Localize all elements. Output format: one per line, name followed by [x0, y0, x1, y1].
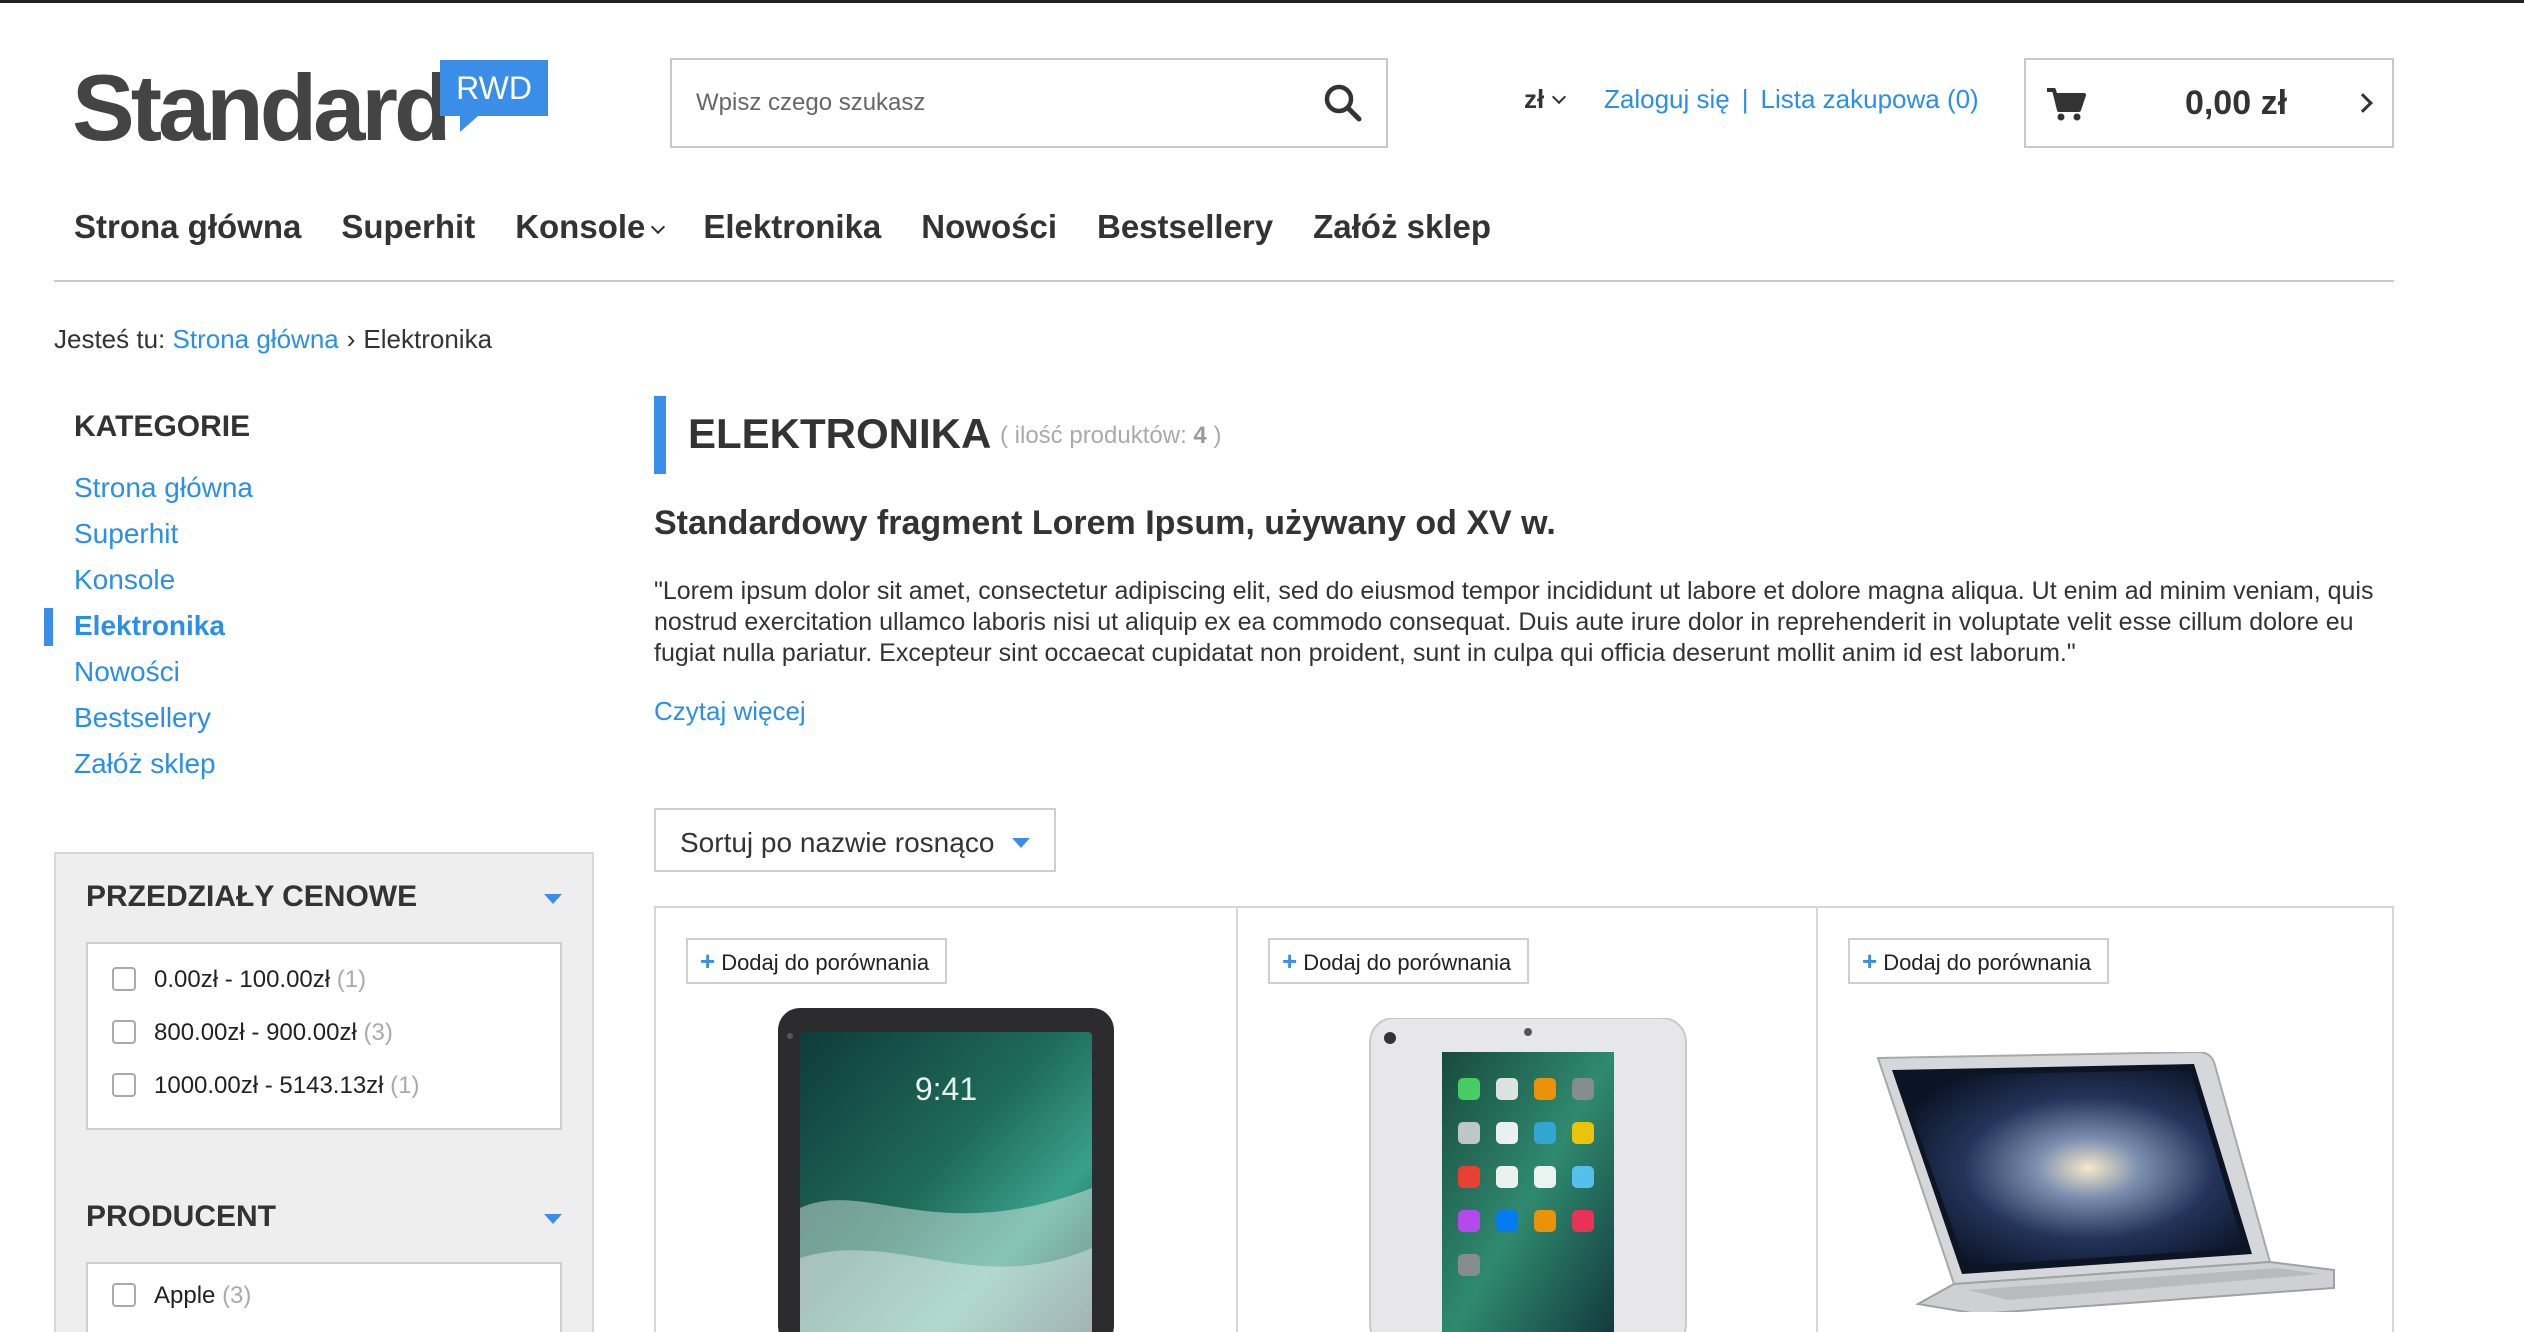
price-range-label: 0.00zł - 100.00zł: [154, 966, 331, 993]
read-more-link[interactable]: Czytaj więcej: [654, 696, 806, 727]
chevron-down-icon: [1552, 89, 1567, 105]
nav-item-konsole[interactable]: Konsole: [515, 208, 666, 246]
breadcrumb: Jesteś tu: Strona główna › Elektronika: [54, 324, 492, 355]
product-count-value: 4: [1193, 422, 1207, 449]
search-box: [670, 58, 1388, 148]
price-range-option[interactable]: 1000.00zł - 5143.13zł (1): [112, 1072, 420, 1100]
nav-item-konsole-label: Konsole: [515, 208, 646, 245]
product-card[interactable]: + Dodaj do porównania: [1236, 908, 1816, 1332]
search-button[interactable]: [1322, 82, 1364, 124]
chevron-down-icon: [651, 219, 666, 235]
price-range-option[interactable]: 800.00zł - 900.00zł (3): [112, 1019, 393, 1047]
page-title: ELEKTRONIKA: [688, 410, 992, 457]
add-to-compare-button[interactable]: + Dodaj do porównania: [1268, 938, 1530, 984]
category-link-bestsellery[interactable]: Bestsellery: [74, 698, 253, 744]
category-link-nowosci[interactable]: Nowości: [74, 652, 253, 698]
category-link-home[interactable]: Strona główna: [74, 468, 253, 514]
search-input[interactable]: [672, 60, 1292, 146]
checkbox[interactable]: [112, 966, 136, 991]
price-range-label: 800.00zł - 900.00zł: [154, 1019, 357, 1046]
cart-icon: [2047, 88, 2086, 121]
checkbox[interactable]: [112, 1282, 136, 1307]
store-logo[interactable]: Standard RWD: [72, 58, 572, 158]
chevron-right-icon: [2353, 93, 2373, 113]
category-subtitle: Standardowy fragment Lorem Ipsum, używan…: [654, 504, 1556, 542]
breadcrumb-arrow-icon: ›: [346, 324, 356, 354]
currency-label: zł: [1524, 84, 1545, 114]
nav-item-bestsellery[interactable]: Bestsellery: [1097, 208, 1273, 246]
product-image-ipad-pro[interactable]: 9:41: [776, 1008, 1116, 1332]
cart-button[interactable]: 0,00 zł: [2024, 58, 2394, 148]
breadcrumb-current: Elektronika: [363, 324, 493, 354]
main-nav: Strona główna Superhit Konsole Elektroni…: [74, 208, 1491, 246]
checkbox[interactable]: [112, 1019, 136, 1044]
producer-filter-heading[interactable]: PRODUCENT: [86, 1200, 276, 1234]
link-separator: |: [1741, 84, 1749, 114]
category-description: "Lorem ipsum dolor sit amet, consectetur…: [654, 577, 2374, 667]
product-count-suffix: ): [1213, 422, 1222, 449]
categories-heading: KATEGORIE: [74, 410, 251, 443]
nav-item-superhit[interactable]: Superhit: [341, 208, 475, 246]
sort-select-value: Sortuj po nazwie rosnąco: [680, 827, 995, 858]
caret-down-icon: [1012, 838, 1030, 848]
cart-total: 0,00 zł: [2184, 84, 2288, 122]
category-link-konsole[interactable]: Konsole: [74, 560, 253, 606]
product-grid: + Dodaj do porównania 9:41 + Dodaj do poró…: [654, 906, 2394, 1332]
checkbox[interactable]: [112, 1072, 136, 1097]
price-range-count: (3): [363, 1019, 393, 1046]
account-links: Zaloguj się | Lista zakupowa (0): [1604, 84, 1979, 115]
filter-panel: PRZEDZIAŁY CENOWE 0.00zł - 100.00zł (1) …: [54, 852, 594, 1332]
plus-icon: +: [1282, 946, 1298, 976]
logo-text: Standard: [72, 55, 451, 160]
nav-item-zaloz-sklep[interactable]: Załóż sklep: [1313, 208, 1491, 246]
price-filter-options: 0.00zł - 100.00zł (1) 800.00zł - 900.00z…: [86, 942, 562, 1130]
category-link-elektronika[interactable]: Elektronika: [43, 606, 253, 652]
price-range-count: (1): [390, 1072, 420, 1099]
currency-selector[interactable]: zł: [1524, 84, 1567, 115]
logo-badge: RWD: [440, 60, 548, 132]
category-title-marker: [654, 396, 666, 474]
product-image-ipad[interactable]: [1368, 1018, 1688, 1332]
plus-icon: +: [700, 946, 716, 976]
category-link-superhit[interactable]: Superhit: [74, 514, 253, 560]
search-icon: [1324, 84, 1362, 122]
product-count-prefix: ( ilość produktów:: [1000, 422, 1187, 449]
product-image-macbook[interactable]: [1858, 1052, 2358, 1312]
add-to-compare-label: Dodaj do porównania: [721, 950, 930, 975]
price-range-count: (1): [336, 966, 367, 993]
price-range-label: 1000.00zł - 5143.13zł: [154, 1072, 384, 1099]
caret-down-icon[interactable]: [544, 894, 562, 904]
nav-divider: [54, 280, 2394, 282]
add-to-compare-button[interactable]: + Dodaj do porównania: [1848, 938, 2110, 984]
login-link[interactable]: Zaloguj się: [1604, 84, 1730, 114]
producer-filter-options: Apple (3): [86, 1262, 562, 1332]
breadcrumb-home-link[interactable]: Strona główna: [173, 324, 339, 354]
producer-option[interactable]: Apple (3): [112, 1282, 251, 1310]
add-to-compare-label: Dodaj do porównania: [1303, 950, 1512, 975]
plus-icon: +: [1862, 946, 1878, 976]
category-link-zaloz-sklep[interactable]: Załóż sklep: [74, 744, 253, 790]
category-list: Strona główna Superhit Konsole Elektroni…: [43, 468, 253, 790]
caret-down-icon[interactable]: [544, 1214, 562, 1224]
ipad-time-text: 9:41: [915, 1071, 977, 1107]
producer-count: (3): [222, 1282, 252, 1309]
product-count: ( ilość produktów: 4 ): [1000, 422, 1221, 450]
price-filter-heading[interactable]: PRZEDZIAŁY CENOWE: [86, 880, 417, 914]
sort-select[interactable]: Sortuj po nazwie rosnąco: [654, 808, 1056, 872]
nav-item-nowosci[interactable]: Nowości: [921, 208, 1057, 246]
nav-item-home[interactable]: Strona główna: [74, 208, 301, 246]
producer-label: Apple: [154, 1282, 216, 1309]
add-to-compare-button[interactable]: + Dodaj do porównania: [686, 938, 948, 984]
shopping-list-link[interactable]: Lista zakupowa (0): [1761, 84, 1979, 114]
price-range-option[interactable]: 0.00zł - 100.00zł (1): [112, 966, 366, 994]
product-card[interactable]: + Dodaj do porównania 9:41: [656, 908, 1236, 1332]
add-to-compare-label: Dodaj do porównania: [1883, 950, 2092, 975]
top-border: [0, 0, 2524, 3]
breadcrumb-prefix: Jesteś tu:: [54, 324, 166, 354]
product-card[interactable]: + Dodaj do porównania: [1816, 908, 2396, 1332]
nav-item-elektronika[interactable]: Elektronika: [703, 208, 881, 246]
